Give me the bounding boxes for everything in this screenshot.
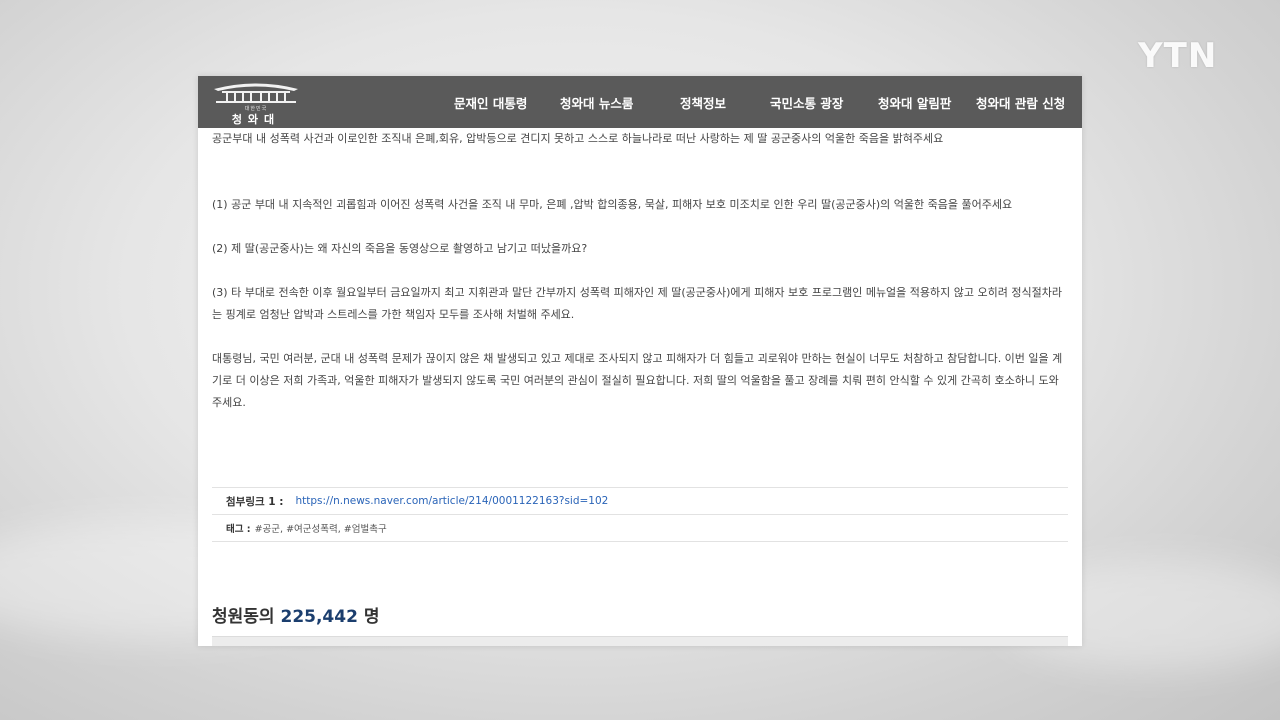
signer-count-unit: 명 (363, 607, 380, 627)
logo-title: 청와대 (231, 113, 281, 126)
petition-intro: 공군부대 내 성폭력 사건과 이로인한 조직내 은폐,회유, 압박등으로 견디지… (212, 132, 944, 145)
nav-item-communication[interactable]: 국민소통 광장 (770, 93, 843, 112)
nav-item-policy[interactable]: 정책정보 (680, 93, 726, 112)
site-logo[interactable]: 대한민국 청와대 (210, 80, 302, 126)
content-bottom-bar (212, 636, 1068, 646)
nav-item-notice-board[interactable]: 청와대 알림판 (878, 93, 951, 112)
nav-item-newsroom[interactable]: 청와대 뉴스룸 (560, 93, 633, 112)
tags-row: 태그 : #공군, #여군성폭력, #엄벌촉구 (212, 515, 1068, 542)
petition-closing: 대통령님, 국민 여러분, 군대 내 성폭력 문제가 끊이지 않은 채 발생되고… (212, 352, 1063, 409)
petition-point-2: (2) 제 딸(공군중사)는 왜 자신의 죽음을 동영상으로 촬영하고 남기고 … (212, 242, 588, 255)
broadcaster-logo: YTN (1138, 36, 1218, 76)
signer-count-prefix: 청원동의 (212, 607, 275, 627)
petition-body: 공군부대 내 성폭력 사건과 이로인한 조직내 은폐,회유, 압박등으로 견디지… (198, 128, 1082, 414)
blue-house-icon (214, 83, 298, 103)
signer-count: 청원동의 225,442 명 (212, 602, 379, 627)
nav-item-president[interactable]: 문재인 대통령 (454, 93, 527, 112)
signer-count-value: 225,442 (280, 607, 358, 627)
tags-value: #공군, #여군성폭력, #엄벌촉구 (254, 524, 387, 535)
attachment-section: 첨부링크 1 : https://n.news.naver.com/articl… (212, 487, 1068, 542)
petition-point-3: (3) 타 부대로 전속한 이후 월요일부터 금요일까지 최고 지휘관과 말단 … (212, 286, 1062, 321)
attachment-row: 첨부링크 1 : https://n.news.naver.com/articl… (212, 488, 1068, 515)
petition-point-1: (1) 공군 부대 내 지속적인 괴롭힘과 이어진 성폭력 사건을 조직 내 무… (212, 198, 1013, 211)
website-screen: 대한민국 청와대 문재인 대통령 청와대 뉴스룸 정책정보 국민소통 광장 청와… (198, 76, 1082, 646)
nav-item-tour-request[interactable]: 청와대 관람 신청 (976, 93, 1065, 112)
top-navigation: 대한민국 청와대 문재인 대통령 청와대 뉴스룸 정책정보 국민소통 광장 청와… (198, 76, 1082, 128)
tags-label: 태그 : (226, 524, 251, 535)
attachment-label: 첨부링크 1 : (226, 495, 284, 508)
attachment-link[interactable]: https://n.news.naver.com/article/214/000… (295, 495, 608, 507)
